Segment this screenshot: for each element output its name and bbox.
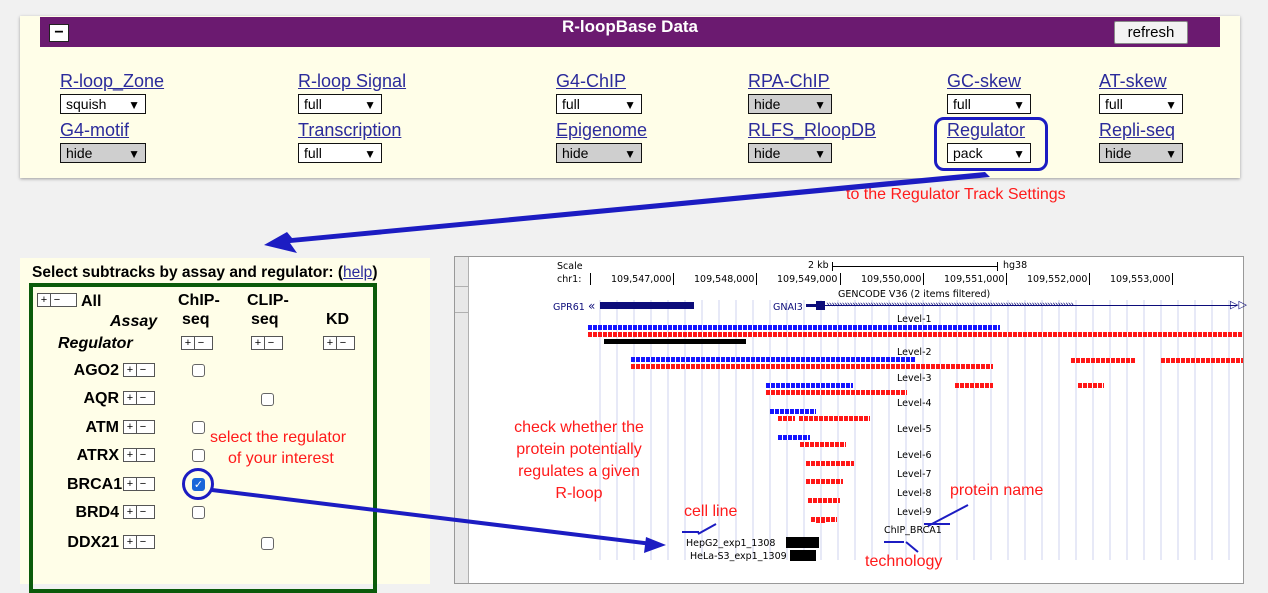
rloop-plus-bar[interactable] — [1078, 383, 1104, 388]
gene-label-gnai3[interactable]: GNAI3 — [773, 302, 803, 313]
scale-label: Scale — [557, 261, 583, 272]
ruler-coord: 109,548,000 — [694, 274, 755, 285]
rloop-plus-bar[interactable] — [816, 518, 825, 523]
annotation-technology: technology — [865, 553, 943, 570]
assembly-label: hg38 — [1003, 260, 1028, 271]
ruler-coord: 109,553,000 — [1110, 274, 1171, 285]
ruler-tick — [1006, 273, 1007, 285]
rloop-minus-bar[interactable] — [631, 357, 916, 362]
gene-gpr61[interactable] — [600, 302, 694, 309]
strand-arrow-icon: « — [588, 299, 596, 313]
chip-peak-hepg2[interactable] — [786, 537, 819, 548]
level-label: Level-3 — [897, 373, 932, 384]
chrom-label: chr1: — [557, 274, 582, 285]
gene-gnai3-utr — [806, 304, 816, 307]
rloop-plus-bar[interactable] — [1161, 358, 1243, 363]
ruler-tick — [673, 273, 674, 285]
annotation-check-line3: regulates a given — [518, 463, 640, 480]
rloop-black-bar[interactable] — [604, 339, 746, 344]
rloop-plus-bar[interactable] — [806, 461, 854, 466]
annotation-check-line2: protein potentially — [516, 441, 642, 458]
annotation-check-line1: check whether the — [514, 419, 644, 436]
level-label: Level-7 — [897, 469, 932, 480]
ruler-coord: 109,551,000 — [944, 274, 1005, 285]
level-label: Level-5 — [897, 424, 932, 435]
strand-arrows: ››››››››››››››››››››››››››››››››››››››››… — [826, 300, 1074, 310]
rloop-minus-bar[interactable] — [778, 435, 810, 440]
annotation-check-line4: R-loop — [555, 485, 603, 502]
scale-bar — [832, 266, 998, 267]
ruler-tick — [1172, 273, 1173, 285]
level-label: Level-8 — [897, 488, 932, 499]
rloop-plus-bar[interactable] — [955, 383, 993, 388]
ruler-coord: 109,547,000 — [611, 274, 672, 285]
rloop-minus-bar[interactable] — [588, 325, 1000, 330]
rloop-plus-bar[interactable] — [588, 332, 1243, 337]
rloop-plus-bar[interactable] — [631, 364, 993, 369]
rloop-minus-bar[interactable] — [766, 383, 853, 388]
annotation-protein-name: protein name — [950, 482, 1044, 499]
ruler-tick — [840, 273, 841, 285]
rloop-plus-bar[interactable] — [799, 416, 870, 421]
ruler-tick — [590, 273, 591, 285]
scale-bar-label: 2 kb — [808, 260, 829, 271]
ruler-tick — [756, 273, 757, 285]
ruler-tick — [1089, 273, 1090, 285]
rloop-plus-bar[interactable] — [778, 416, 795, 421]
scale-bar-tick — [832, 262, 833, 271]
level-label: Level-9 — [897, 507, 932, 518]
scale-bar-tick — [997, 262, 998, 271]
rloop-plus-bar[interactable] — [808, 498, 840, 503]
chip-track-label: ChIP_BRCA1 — [884, 525, 942, 536]
chip-peak-hela[interactable] — [790, 550, 816, 561]
rloop-plus-bar[interactable] — [800, 442, 846, 447]
strand-end-arrow-icon: ▷▷ — [1230, 298, 1247, 311]
gene-label-gpr61[interactable]: GPR61 — [553, 302, 585, 313]
ruler-tick — [923, 273, 924, 285]
rloop-plus-bar[interactable] — [766, 390, 907, 395]
ruler-coord: 109,550,000 — [861, 274, 922, 285]
rloop-plus-bar[interactable] — [806, 479, 843, 484]
sample-label-hela[interactable]: HeLa-S3_exp1_1309 — [690, 551, 787, 562]
ruler-coord: 109,552,000 — [1027, 274, 1088, 285]
rloop-plus-bar[interactable] — [1071, 358, 1136, 363]
sample-label-hepg2[interactable]: HepG2_exp1_1308 — [686, 538, 775, 549]
rloop-minus-bar[interactable] — [770, 409, 816, 414]
level-label: Level-4 — [897, 398, 932, 409]
level-label: Level-1 — [897, 314, 932, 325]
ruler-coord: 109,549,000 — [777, 274, 838, 285]
level-label: Level-6 — [897, 450, 932, 461]
annotation-cell-line: cell line — [684, 503, 738, 520]
gene-gnai3-exon — [816, 301, 825, 310]
